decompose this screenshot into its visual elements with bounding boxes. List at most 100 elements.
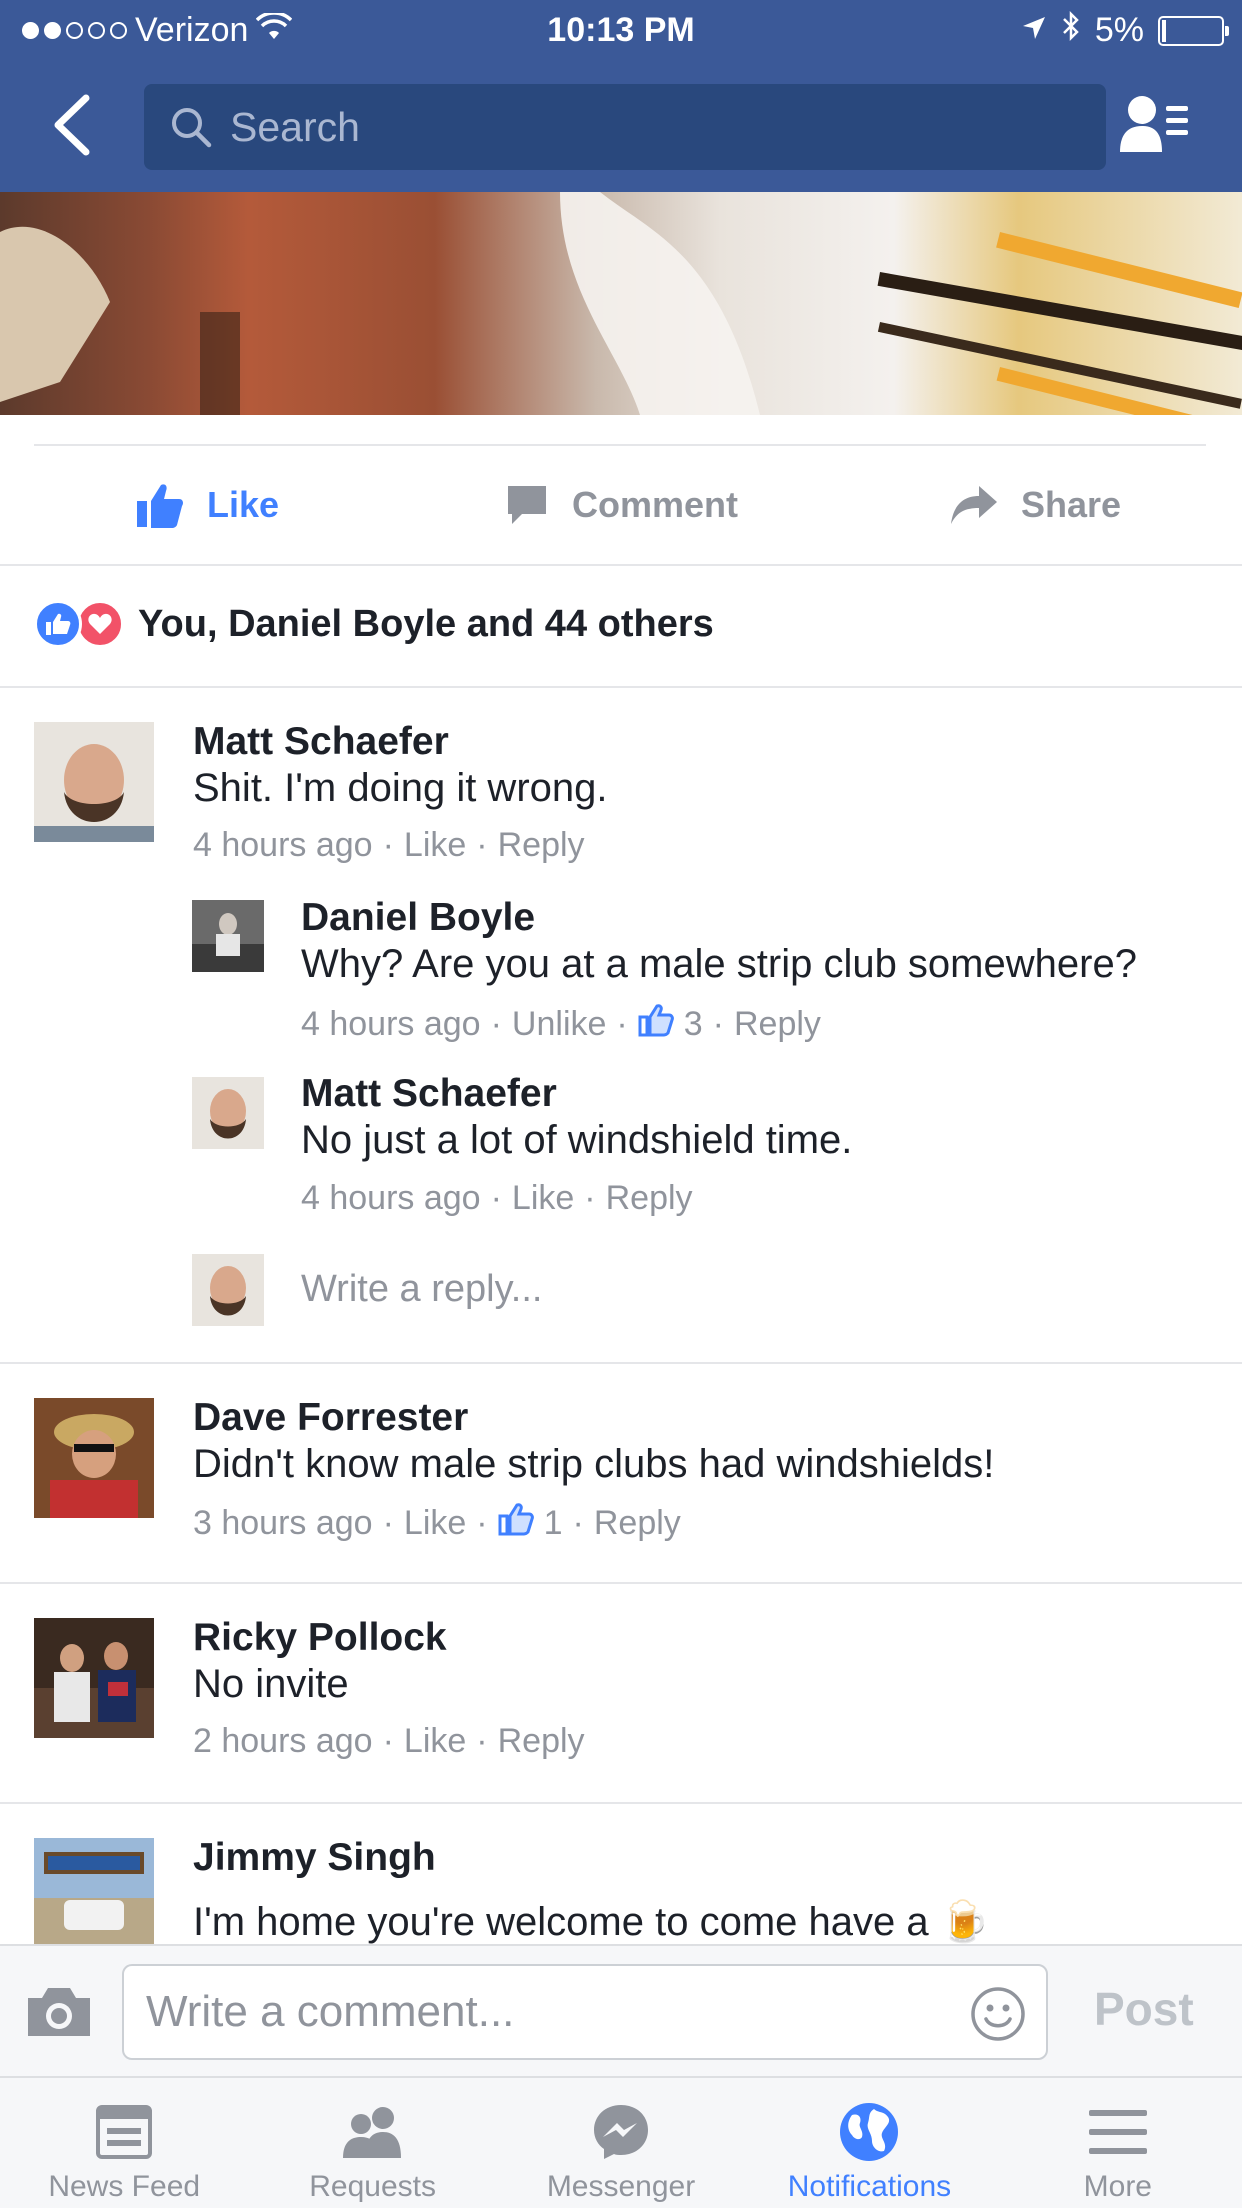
post-photo[interactable]	[0, 192, 1242, 415]
write-reply-input[interactable]: Write a reply...	[301, 1268, 542, 1311]
comment-meta: 4 hours ago · Like · Reply	[301, 1179, 693, 1218]
like-reaction-icon	[34, 600, 82, 648]
thumbs-up-icon	[136, 484, 183, 528]
comment-time: 2 hours ago	[193, 1722, 373, 1760]
separator: ·	[584, 1179, 596, 1217]
separator: ·	[382, 1722, 394, 1760]
comment-like-count[interactable]: 3	[684, 1005, 703, 1044]
top-nav-bar: Verizon 10:13 PM 5%	[0, 0, 1242, 192]
comment-text: No just a lot of windshield time.	[301, 1118, 853, 1162]
globe-icon	[838, 2100, 900, 2164]
love-reaction-icon	[76, 600, 124, 648]
camera-icon	[28, 1988, 90, 2036]
tab-label: Notifications	[787, 2170, 952, 2203]
comment-time: 4 hours ago	[301, 1179, 481, 1217]
avatar[interactable]	[34, 1838, 154, 1944]
avatar[interactable]	[192, 900, 264, 972]
news-feed-icon	[95, 2100, 153, 2164]
back-button[interactable]	[50, 94, 110, 164]
avatar[interactable]	[34, 1398, 154, 1518]
battery-icon	[1158, 15, 1229, 46]
comment-input[interactable]	[146, 1966, 946, 2058]
comment-author[interactable]: Daniel Boyle	[301, 896, 535, 940]
comment-text: Didn't know male strip clubs had windshi…	[193, 1442, 995, 1486]
separator: ·	[476, 1722, 488, 1760]
search-input[interactable]	[230, 84, 1080, 170]
camera-button[interactable]	[24, 1984, 94, 2045]
comment-author[interactable]: Matt Schaefer	[301, 1072, 557, 1116]
separator: ·	[476, 1504, 488, 1542]
comment-time: 4 hours ago	[301, 1005, 481, 1043]
avatar[interactable]	[34, 1618, 154, 1738]
share-arrow-icon	[950, 486, 997, 524]
separator: ·	[476, 826, 488, 864]
separator: ·	[382, 826, 394, 864]
tab-label: News Feed	[48, 2170, 201, 2203]
bottom-tab-bar: News Feed Requests Messenger Notificatio…	[0, 2076, 1242, 2208]
comment-author[interactable]: Matt Schaefer	[193, 720, 449, 764]
avatar[interactable]	[34, 722, 154, 842]
comment-composer: Post	[0, 1944, 1242, 2076]
separator: ·	[490, 1005, 502, 1043]
comment-like-link[interactable]: Like	[404, 826, 466, 865]
hamburger-menu-icon	[1087, 2100, 1149, 2164]
post-action-bar: Like Comment Share	[0, 446, 1242, 564]
comment-text: I'm home you're welcome to come have a 🍺	[193, 1900, 990, 1944]
tab-news-feed[interactable]: News Feed	[0, 2078, 248, 2208]
comment-time: 3 hours ago	[193, 1504, 373, 1542]
comment-meta: 2 hours ago · Like · Reply	[193, 1722, 585, 1761]
comment-box[interactable]	[122, 1964, 1048, 2060]
tab-label: Requests	[309, 2170, 436, 2203]
person-list-icon	[1120, 96, 1188, 152]
tab-more[interactable]: More	[994, 2078, 1242, 2208]
tab-label: Messenger	[546, 2170, 696, 2203]
comment-author[interactable]: Dave Forrester	[193, 1396, 468, 1440]
search-bar[interactable]	[144, 84, 1106, 170]
comment-like-link[interactable]: Like	[404, 1504, 466, 1543]
comment-button[interactable]: Comment	[414, 446, 828, 564]
comment-unlike-link[interactable]: Unlike	[512, 1005, 606, 1044]
comment-like-link[interactable]: Like	[404, 1722, 466, 1761]
comment-bubble-icon	[507, 486, 546, 524]
reactions-summary[interactable]: You, Daniel Boyle and 44 others	[34, 600, 714, 648]
divider	[0, 1362, 1242, 1364]
post-button[interactable]: Post	[1094, 1982, 1194, 2036]
comment-meta: 4 hours ago · Like · Reply	[193, 826, 585, 865]
divider	[0, 686, 1242, 688]
battery-percent: 5%	[1094, 11, 1144, 49]
my-avatar	[192, 1254, 264, 1326]
separator: ·	[572, 1504, 584, 1542]
tab-notifications[interactable]: Notifications	[745, 2078, 993, 2208]
comment-reply-link[interactable]: Reply	[594, 1504, 681, 1543]
friends-list-button[interactable]	[1118, 92, 1198, 162]
comment-time: 4 hours ago	[193, 826, 373, 864]
thumbs-up-icon	[498, 1502, 534, 1545]
comment-reply-link[interactable]: Reply	[734, 1005, 821, 1044]
friend-requests-icon	[339, 2100, 407, 2164]
divider	[0, 564, 1242, 566]
comment-reply-link[interactable]: Reply	[498, 1722, 585, 1761]
comment-reply-link[interactable]: Reply	[498, 826, 585, 865]
search-icon	[172, 108, 212, 148]
bluetooth-icon	[1061, 10, 1081, 51]
separator: ·	[382, 1504, 394, 1542]
avatar[interactable]	[192, 1077, 264, 1149]
like-label: Like	[206, 484, 280, 525]
tab-messenger[interactable]: Messenger	[497, 2078, 745, 2208]
separator: ·	[490, 1179, 502, 1217]
like-button[interactable]: Like	[0, 446, 414, 564]
comment-author[interactable]: Jimmy Singh	[193, 1836, 436, 1880]
reactions-text: You, Daniel Boyle and 44 others	[138, 602, 714, 645]
tab-requests[interactable]: Requests	[248, 2078, 496, 2208]
comment-label: Comment	[571, 484, 738, 525]
chevron-left-icon	[54, 94, 90, 156]
comment-like-count[interactable]: 1	[544, 1504, 563, 1543]
separator: ·	[616, 1005, 628, 1043]
sticker-button[interactable]	[970, 1986, 1026, 2047]
location-arrow-icon	[1021, 11, 1047, 50]
comment-author[interactable]: Ricky Pollock	[193, 1616, 447, 1660]
comment-reply-link[interactable]: Reply	[606, 1179, 693, 1218]
comment-text: Why? Are you at a male strip club somewh…	[301, 942, 1137, 986]
comment-like-link[interactable]: Like	[512, 1179, 574, 1218]
share-button[interactable]: Share	[828, 446, 1242, 564]
